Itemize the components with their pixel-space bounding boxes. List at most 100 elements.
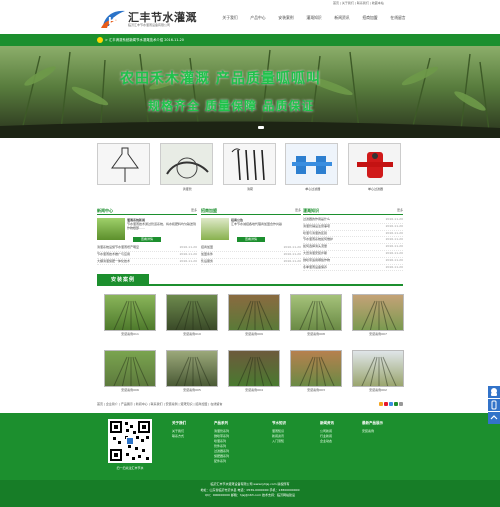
nav-item-products[interactable]: 产品中心 — [244, 15, 272, 21]
install-case-image[interactable] — [104, 350, 156, 387]
list-item[interactable]: 冬季灌溉设备保养 2016-11-20 — [303, 265, 403, 272]
install-case-image[interactable] — [290, 350, 342, 387]
product-image[interactable] — [159, 143, 213, 185]
install-case-card[interactable]: 安装案例003 — [290, 350, 342, 394]
install-case-card[interactable]: 安装案例008 — [290, 294, 342, 338]
logo-icon[interactable]: HF — [99, 8, 127, 30]
install-case-caption[interactable]: 安装案例008 — [290, 332, 342, 336]
nav-item-join[interactable]: 招商加盟 — [356, 15, 384, 21]
install-case-image[interactable] — [166, 350, 218, 387]
install-case-image[interactable] — [352, 350, 404, 387]
product-card[interactable]: 滴箭 — [222, 143, 278, 198]
join-detail-button[interactable]: 查看详情 — [237, 237, 265, 242]
install-case-card[interactable]: 安装案例011 — [104, 294, 156, 338]
install-case-card[interactable]: 安装案例010 — [166, 294, 218, 338]
knowledge-more-link[interactable]: 更多 — [397, 208, 403, 212]
nav-item-about[interactable]: 关于我们 — [216, 15, 244, 21]
news-ticker[interactable]: > 汇丰滴灌系统新闻节水灌溉技术介绍 2016-11-20 — [97, 37, 184, 43]
join-feature[interactable]: 招商公告 汇丰节水诚招各地代理商加盟合作共赢 查看详情 — [201, 217, 301, 245]
product-image[interactable] — [97, 143, 150, 185]
share-tencent-icon[interactable] — [389, 402, 393, 406]
install-case-caption[interactable]: 安装案例002 — [352, 388, 404, 392]
install-case-image[interactable] — [104, 294, 156, 331]
phone-icon[interactable] — [488, 399, 500, 411]
list-item[interactable]: 如何选择滴头流量 2016-11-20 — [303, 244, 403, 251]
product-caption[interactable]: 滴灌管 — [160, 187, 215, 192]
product-card[interactable] — [97, 143, 152, 198]
list-item[interactable]: 加盟条件 2016-11-20 — [201, 252, 301, 259]
news-feature[interactable]: 灌溉系统新闻 节水灌溉技术通过管道系统，将水和肥料均匀输送到作物根部…… 查看详情 — [97, 217, 197, 245]
install-case-card[interactable]: 安装案例002 — [352, 350, 404, 394]
product-caption[interactable]: 滴箭 — [223, 187, 278, 192]
news-feature-image[interactable] — [97, 218, 125, 240]
install-case-card[interactable]: 安装案例005 — [166, 350, 218, 394]
news-more-link[interactable]: 更多 — [191, 208, 197, 212]
footer-link[interactable]: 企业动态 — [320, 439, 364, 444]
list-item[interactable]: 售后服务 2016-11-20 — [201, 259, 301, 266]
footer-link[interactable]: 配件系列 — [214, 459, 258, 464]
install-case-image[interactable] — [228, 294, 280, 331]
share-more-icon[interactable] — [399, 402, 403, 406]
footer-links[interactable]: 首页 | 企业简介 | 产品展示 | 新闻中心 | 联系我们 | 安装案例 | … — [97, 402, 222, 406]
join-feature-title[interactable]: 招商公告 汇丰节水诚招各地代理商加盟合作共赢 — [231, 218, 301, 226]
hero-banner[interactable]: 农田禾木灌溉 产品质量呱呱叫 规格齐全 质量保障 品质保证 — [0, 46, 500, 138]
product-caption[interactable]: 单心过滤器 — [348, 187, 403, 192]
footer-col-about: 关于我们 关于我们 联系方式 — [172, 421, 216, 439]
nav-item-cases[interactable]: 安装案例 — [272, 15, 300, 21]
list-item[interactable]: 喷灌与滴灌的区别 2016-11-20 — [303, 231, 403, 238]
install-case-caption[interactable]: 安装案例005 — [166, 388, 218, 392]
install-case-caption[interactable]: 安装案例010 — [166, 332, 218, 336]
install-case-card[interactable]: 安装案例009 — [228, 294, 280, 338]
install-case-caption[interactable]: 安装案例003 — [290, 388, 342, 392]
product-image[interactable] — [222, 143, 276, 185]
install-case-card[interactable]: 安装案例007 — [352, 294, 404, 338]
news-feature-title[interactable]: 灌溉系统新闻 节水灌溉技术通过管道系统，将水和肥料均匀输送到作物根部…… — [127, 218, 197, 231]
install-case-card[interactable]: 安装案例004 — [228, 350, 280, 394]
install-case-card[interactable]: 安装案例006 — [104, 350, 156, 394]
install-case-caption[interactable]: 安装案例004 — [228, 388, 280, 392]
product-card[interactable]: 单心过滤器 — [348, 143, 403, 198]
join-feature-image[interactable] — [201, 218, 229, 240]
footer-link[interactable]: 联系方式 — [172, 434, 216, 439]
install-case-image[interactable] — [352, 294, 404, 331]
top-links[interactable]: 首页 | 关于我们 | 联系我们 | 收藏本站 — [333, 1, 384, 5]
share-qzone-icon[interactable] — [379, 402, 383, 406]
list-item[interactable]: 招商加盟 2016-11-20 — [201, 245, 301, 252]
list-item[interactable]: 大田滴灌安装步骤 2016-11-20 — [303, 251, 403, 258]
qr-code-icon — [108, 419, 152, 463]
list-item[interactable]: 微喷带适用哪些作物 2016-11-20 — [303, 258, 403, 265]
join-more-link[interactable]: 更多 — [295, 208, 301, 212]
product-card[interactable]: 单心过滤器 — [285, 143, 340, 198]
install-case-image[interactable] — [290, 294, 342, 331]
install-case-caption[interactable]: 安装案例007 — [352, 332, 404, 336]
install-case-caption[interactable]: 安装案例011 — [104, 332, 156, 336]
floating-sidebar — [488, 386, 500, 426]
footer-link[interactable]: 安装案例 — [362, 429, 406, 434]
install-case-image[interactable] — [228, 350, 280, 387]
list-item[interactable]: 滴灌管铺设注意事项 2016-11-20 — [303, 224, 403, 231]
share-weibo-icon[interactable] — [384, 402, 388, 406]
ticker-text[interactable]: > 汇丰滴灌系统新闻节水灌溉技术介绍 2016-11-20 — [105, 38, 184, 42]
nav-item-message[interactable]: 在线留言 — [384, 15, 412, 21]
list-item[interactable]: 过滤器的作用是什么 2016-11-20 — [303, 217, 403, 224]
product-card[interactable]: 滴灌管 — [159, 143, 215, 198]
carousel-indicator[interactable] — [258, 126, 264, 129]
install-case-caption[interactable]: 安装案例009 — [228, 332, 280, 336]
back-to-top-icon[interactable] — [488, 412, 500, 424]
product-caption[interactable] — [97, 187, 152, 192]
list-item[interactable]: 大棚滴灌施肥一体化技术 2016-11-20 — [97, 259, 197, 266]
product-image[interactable] — [348, 143, 401, 185]
footer-link[interactable]: 入门须知 — [272, 439, 316, 444]
install-case-caption[interactable]: 安装案例006 — [104, 388, 156, 392]
news-detail-button[interactable]: 查看详情 — [133, 237, 161, 242]
product-caption[interactable]: 单心过滤器 — [285, 187, 340, 192]
product-image[interactable] — [285, 143, 339, 185]
qq-chat-icon[interactable] — [488, 386, 500, 398]
install-case-image[interactable] — [166, 294, 218, 331]
nav-item-knowledge[interactable]: 灌溉知识 — [300, 15, 328, 21]
share-renren-icon[interactable] — [394, 402, 398, 406]
nav-item-news[interactable]: 新闻资讯 — [328, 15, 356, 21]
list-item[interactable]: 滴灌系统设施节水灌溉增产明显 2016-11-20 — [97, 245, 197, 252]
list-item[interactable]: 节水灌溉系统如何维护 2016-11-20 — [303, 237, 403, 245]
list-item[interactable]: 节水灌溉技术推广与应用 2016-11-20 — [97, 252, 197, 259]
